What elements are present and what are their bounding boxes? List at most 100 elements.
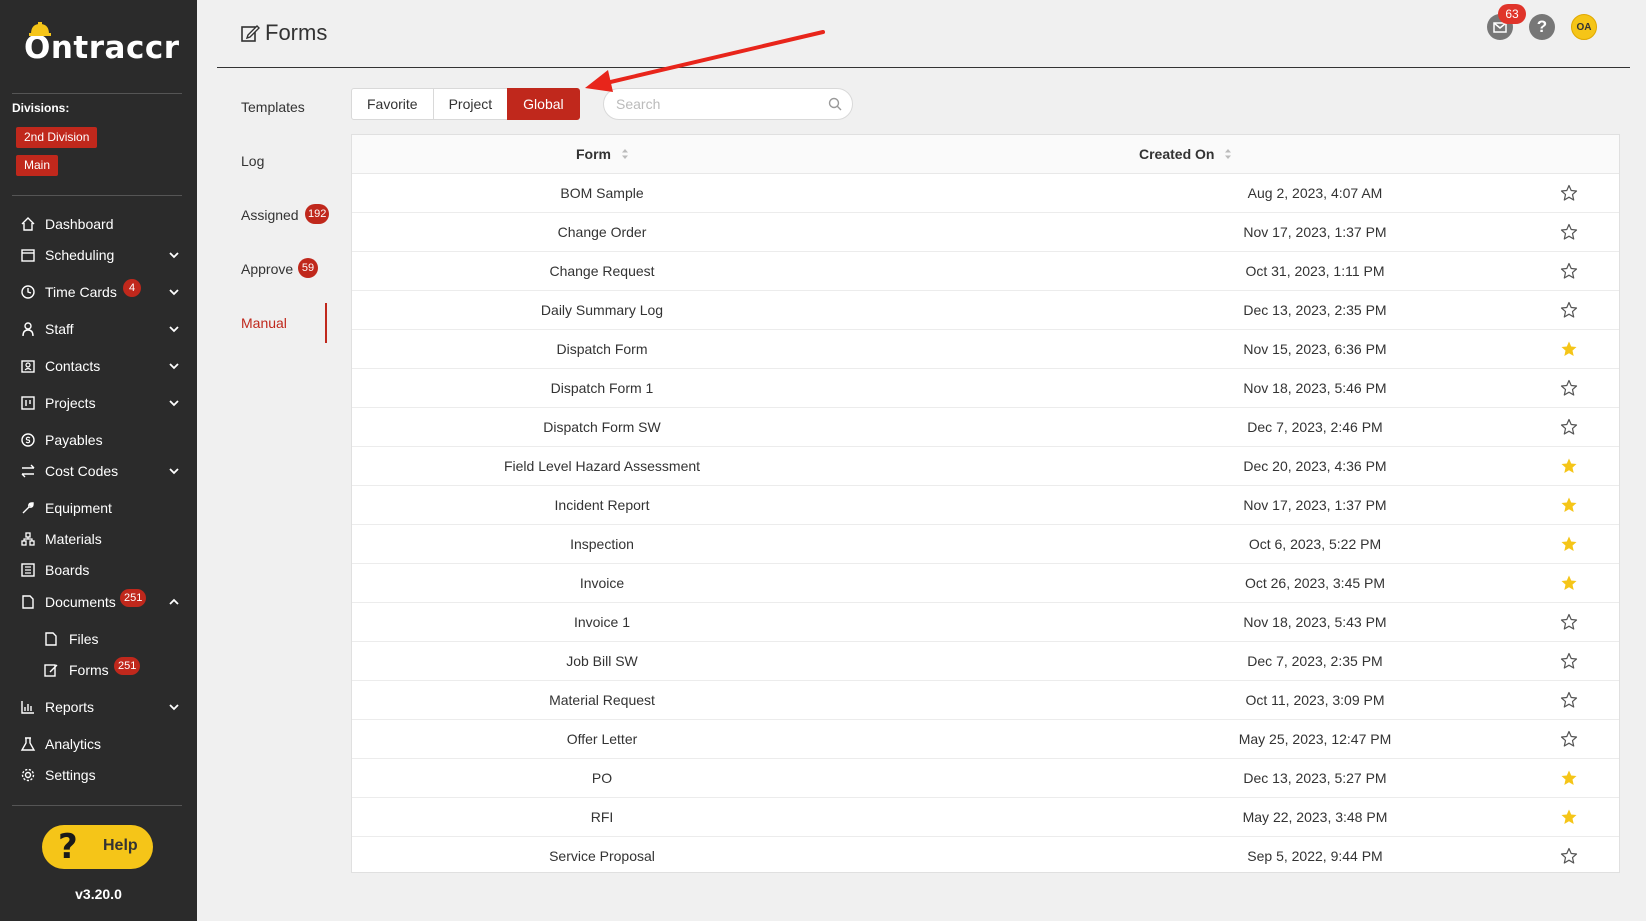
sidebar-item-reports[interactable]: Reports: [0, 692, 197, 722]
tab-log[interactable]: Log: [241, 153, 264, 169]
search-input[interactable]: [616, 95, 816, 113]
star-outline-icon[interactable]: [1560, 730, 1578, 748]
table-row[interactable]: PO Dec 13, 2023, 5:27 PM: [352, 759, 1619, 798]
tab-manual[interactable]: Manual: [241, 315, 287, 331]
sidebar-item-time-cards[interactable]: Time Cards 4: [0, 277, 197, 307]
sidebar-item-projects[interactable]: Projects: [0, 388, 197, 418]
assigned-count-badge: 192: [305, 204, 330, 224]
star-filled-icon[interactable]: [1560, 769, 1578, 787]
table-row[interactable]: Dispatch Form Nov 15, 2023, 6:36 PM: [352, 330, 1619, 369]
divisions-label: Divisions:: [12, 101, 70, 115]
division-tag[interactable]: 2nd Division: [16, 127, 98, 148]
table-row[interactable]: Inspection Oct 6, 2023, 5:22 PM: [352, 525, 1619, 564]
sidebar-item-boards[interactable]: Boards: [0, 555, 197, 585]
form-name-cell: Material Request: [549, 692, 655, 708]
sidebar-item-dashboard[interactable]: Dashboard: [0, 209, 197, 239]
table-row[interactable]: Field Level Hazard Assessment Dec 20, 202…: [352, 447, 1619, 486]
star-outline-icon[interactable]: [1560, 418, 1578, 436]
form-name-cell: Service Proposal: [549, 848, 655, 864]
chevron-down-icon[interactable]: [168, 465, 180, 477]
created-on-cell: May 22, 2023, 3:48 PM: [1242, 809, 1388, 825]
created-on-cell: Nov 17, 2023, 1:37 PM: [1243, 224, 1387, 240]
chevron-down-icon[interactable]: [168, 701, 180, 713]
star-outline-icon[interactable]: [1560, 223, 1578, 241]
star-filled-icon[interactable]: [1560, 808, 1578, 826]
chevron-down-icon[interactable]: [168, 249, 180, 261]
star-outline-icon[interactable]: [1560, 184, 1578, 202]
column-header-form[interactable]: Form: [576, 146, 629, 162]
document-icon: [20, 594, 36, 610]
count-badge: 4: [123, 279, 141, 297]
sidebar-item-documents[interactable]: Documents 251: [0, 587, 197, 617]
created-on-cell: Dec 7, 2023, 2:46 PM: [1247, 419, 1383, 435]
star-outline-icon[interactable]: [1560, 262, 1578, 280]
table-row[interactable]: Job Bill SW Dec 7, 2023, 2:35 PM: [352, 642, 1619, 681]
star-outline-icon[interactable]: [1560, 379, 1578, 397]
sort-icon[interactable]: [621, 148, 629, 160]
global-filter-button[interactable]: Global: [507, 88, 580, 120]
sidebar-item-label: Contacts: [45, 358, 101, 374]
table-row[interactable]: BOM Sample Aug 2, 2023, 4:07 AM: [352, 174, 1619, 213]
tab-assigned[interactable]: Assigned: [241, 207, 299, 223]
star-filled-icon[interactable]: [1560, 535, 1578, 553]
star-outline-icon[interactable]: [1560, 691, 1578, 709]
sidebar-item-cost-codes[interactable]: Cost Codes: [0, 456, 197, 486]
table-row[interactable]: Daily Summary Log Dec 13, 2023, 2:35 PM: [352, 291, 1619, 330]
sidebar-item-equipment[interactable]: Equipment: [0, 493, 197, 523]
table-row[interactable]: Dispatch Form SW Dec 7, 2023, 2:46 PM: [352, 408, 1619, 447]
column-header-created-on[interactable]: Created On: [1139, 146, 1232, 162]
column-header-label: Form: [576, 146, 611, 162]
help-icon[interactable]: ?: [1529, 14, 1555, 40]
star-outline-icon[interactable]: [1560, 613, 1578, 631]
form-name-cell: Daily Summary Log: [540, 302, 664, 318]
table-row[interactable]: Service Proposal Sep 5, 2022, 9:44 PM: [352, 837, 1619, 876]
sidebar-item-materials[interactable]: Materials: [0, 524, 197, 554]
chevron-down-icon[interactable]: [168, 323, 180, 335]
user-avatar[interactable]: OA: [1571, 14, 1597, 40]
table-row[interactable]: Change Order Nov 17, 2023, 1:37 PM: [352, 213, 1619, 252]
form-name-cell: PO: [591, 770, 613, 786]
sidebar-item-contacts[interactable]: Contacts: [0, 351, 197, 381]
created-on-cell: Oct 6, 2023, 5:22 PM: [1248, 536, 1382, 552]
star-outline-icon[interactable]: [1560, 652, 1578, 670]
sidebar-item-staff[interactable]: Staff: [0, 314, 197, 344]
star-filled-icon[interactable]: [1560, 496, 1578, 514]
app-logo[interactable]: Ontraccr: [24, 22, 180, 66]
sidebar-item-settings[interactable]: Settings: [0, 760, 197, 790]
form-name-cell: BOM Sample: [560, 185, 644, 201]
chevron-up-icon[interactable]: [168, 596, 180, 608]
sidebar-item-files[interactable]: Files: [0, 624, 197, 654]
sidebar-item-label: Files: [69, 631, 99, 647]
sidebar-item-payables[interactable]: Payables: [0, 425, 197, 455]
search-icon[interactable]: [828, 97, 842, 111]
sort-icon[interactable]: [1224, 148, 1232, 160]
table-row[interactable]: Material Request Oct 11, 2023, 3:09 PM: [352, 681, 1619, 720]
table-row[interactable]: Offer Letter May 25, 2023, 12:47 PM: [352, 720, 1619, 759]
tab-approve[interactable]: Approve: [241, 261, 293, 277]
sidebar-item-label: Time Cards: [45, 284, 117, 300]
table-row[interactable]: Change Request Oct 31, 2023, 1:11 PM: [352, 252, 1619, 291]
created-on-cell: Nov 17, 2023, 1:37 PM: [1243, 497, 1387, 513]
table-row[interactable]: Incident Report Nov 17, 2023, 1:37 PM: [352, 486, 1619, 525]
project-filter-button[interactable]: Project: [432, 88, 509, 120]
tab-templates[interactable]: Templates: [241, 99, 305, 115]
help-button[interactable]: ? Help: [42, 825, 153, 869]
table-row[interactable]: Dispatch Form 1 Nov 18, 2023, 5:46 PM: [352, 369, 1619, 408]
sidebar-item-forms[interactable]: Forms 251: [0, 655, 197, 685]
star-outline-icon[interactable]: [1560, 847, 1578, 865]
star-filled-icon[interactable]: [1560, 457, 1578, 475]
sidebar-item-analytics[interactable]: Analytics: [0, 729, 197, 759]
sidebar-item-label: Staff: [45, 321, 74, 337]
chevron-down-icon[interactable]: [168, 360, 180, 372]
table-row[interactable]: Invoice Oct 26, 2023, 3:45 PM: [352, 564, 1619, 603]
division-tag[interactable]: Main: [16, 155, 59, 176]
sidebar-item-scheduling[interactable]: Scheduling: [0, 240, 197, 270]
star-filled-icon[interactable]: [1560, 340, 1578, 358]
star-outline-icon[interactable]: [1560, 301, 1578, 319]
table-row[interactable]: RFI May 22, 2023, 3:48 PM: [352, 798, 1619, 837]
star-filled-icon[interactable]: [1560, 574, 1578, 592]
table-row[interactable]: Invoice 1 Nov 18, 2023, 5:43 PM: [352, 603, 1619, 642]
favorite-filter-button[interactable]: Favorite: [351, 88, 434, 120]
chevron-down-icon[interactable]: [168, 397, 180, 409]
chevron-down-icon[interactable]: [168, 286, 180, 298]
